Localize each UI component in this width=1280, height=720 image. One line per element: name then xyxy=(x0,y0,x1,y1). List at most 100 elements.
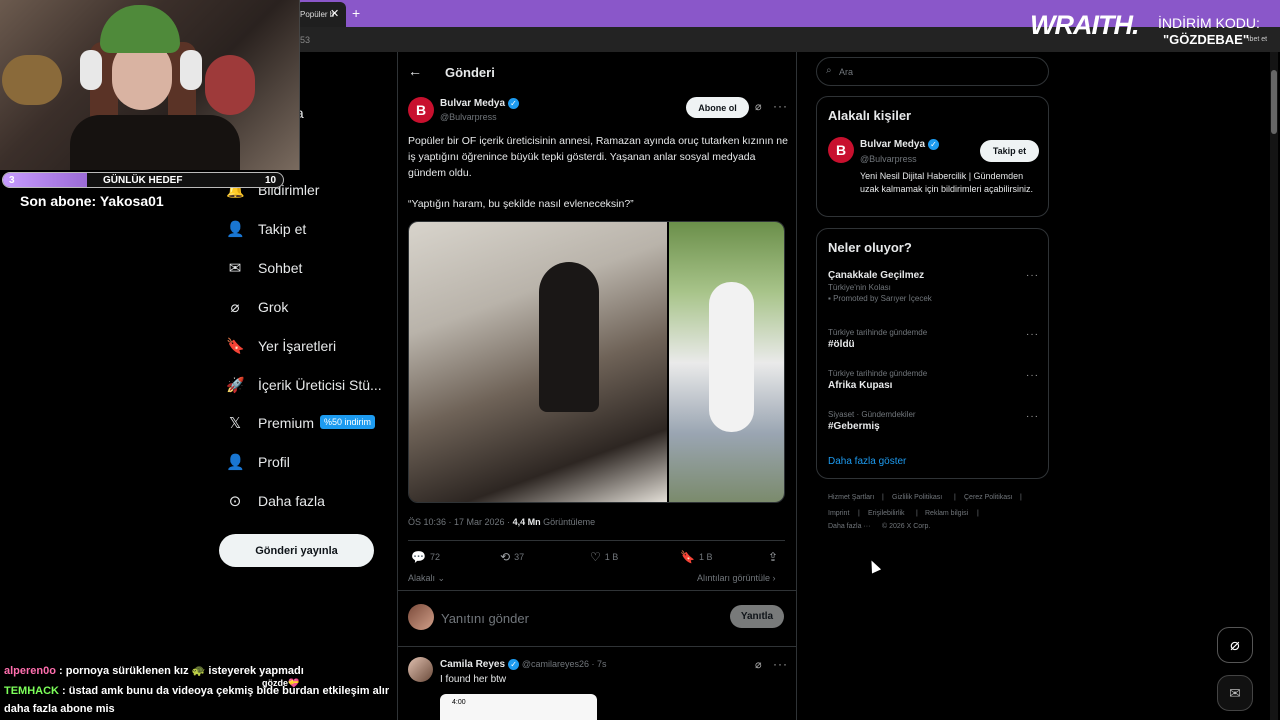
profile-icon: 👤 xyxy=(226,454,245,471)
plush-toy-right xyxy=(205,55,255,115)
comment-image[interactable]: 4:00 xyxy=(440,694,597,720)
footer-divider: | xyxy=(916,510,918,517)
footer-link[interactable]: Çerez Politikası xyxy=(964,494,1013,501)
more-circle-icon: ⊙ xyxy=(228,493,242,510)
show-more-link[interactable]: Daha fazla göster xyxy=(828,456,906,467)
nav-item-follow[interactable]: 👤 Takip et xyxy=(226,217,306,241)
nav-item-grok[interactable]: ⌀ Grok xyxy=(226,295,288,319)
share-action[interactable]: ⇪ xyxy=(768,550,778,564)
related-person-avatar[interactable]: B xyxy=(828,137,854,163)
bookmark-icon: 🔖 xyxy=(680,550,695,564)
chat-message: TEMHACK : üstad amk bunu da videoya çekm… xyxy=(4,685,390,697)
footer-link[interactable]: Daha fazla ··· xyxy=(828,523,870,530)
page-title: Gönderi xyxy=(445,65,495,80)
follow-button[interactable]: Takip et xyxy=(980,140,1039,162)
mouse-cursor xyxy=(866,558,882,574)
trend-item[interactable]: Çanakkale Geçilmez Türkiye'nin Kolası ▪ … xyxy=(828,270,932,303)
footer-link[interactable]: Erişilebilirlik xyxy=(868,510,905,517)
grok-icon[interactable]: ⌀ xyxy=(755,100,762,113)
view-quotes-link[interactable]: Alıntıları görüntüle › xyxy=(697,573,776,583)
figure-dark-outfit xyxy=(539,262,599,412)
post-text: Popüler bir OF içerik üreticisinin annes… xyxy=(408,135,788,179)
grok-icon[interactable]: ⌀ xyxy=(755,658,762,671)
media-image-1[interactable] xyxy=(409,222,667,502)
trend-item[interactable]: Türkiye tarihinde gündemde #öldü xyxy=(828,328,927,350)
streamer-body xyxy=(70,115,240,170)
subscribe-button[interactable]: Abone ol xyxy=(686,97,749,118)
nav-label: Yer İşaretleri xyxy=(258,338,337,354)
nav-item-profile[interactable]: 👤 Profil xyxy=(226,450,290,474)
comment-avatar[interactable] xyxy=(408,657,433,682)
comment-handle: @camilareyes26 · 7s xyxy=(521,659,607,670)
column-divider-right xyxy=(796,52,797,720)
scrollbar[interactable] xyxy=(1270,52,1278,720)
frog-hat xyxy=(100,5,180,53)
nav-item-bookmarks[interactable]: 🔖 Yer İşaretleri xyxy=(226,334,336,358)
footer-link[interactable]: Imprint xyxy=(828,510,849,517)
divider xyxy=(398,646,796,647)
last-subscriber: Son abone: Yakosa01 xyxy=(20,193,164,209)
nav-label: İçerik Üreticisi Stü... xyxy=(258,377,382,393)
current-user-avatar xyxy=(408,604,434,630)
footer-divider: | xyxy=(977,510,979,517)
nav-item-creator-studio[interactable]: 🚀 İçerik Üreticisi Stü... xyxy=(226,373,382,397)
bookmark-action[interactable]: 🔖 1 B xyxy=(680,550,712,564)
footer-link[interactable]: Gizlilik Politikası xyxy=(892,494,942,501)
related-dropdown[interactable]: Alakalı ⌄ xyxy=(408,573,445,584)
plush-toy-left xyxy=(2,55,62,105)
chat-username: TEMHACK xyxy=(4,685,59,697)
premium-discount-badge: %50 indirim xyxy=(320,415,376,429)
footer-divider: | xyxy=(882,494,884,501)
author-avatar[interactable]: B xyxy=(408,97,434,123)
related-person-bio: Yeni Nesil Dijital Habercilik | Gündemde… xyxy=(860,171,1034,194)
footer-divider: | xyxy=(954,494,956,501)
related-person-handle[interactable]: @Bulvarpress xyxy=(860,154,917,164)
repost-action[interactable]: ⟲ 37 xyxy=(500,550,524,564)
back-arrow-icon[interactable]: ← xyxy=(408,63,422,79)
messages-floating-button[interactable]: ✉ xyxy=(1217,675,1253,711)
rocket-icon: 🚀 xyxy=(226,377,245,394)
nav-item-chat[interactable]: ✉ Sohbet xyxy=(226,256,303,280)
more-options-icon[interactable]: ··· xyxy=(1026,411,1039,422)
goal-progress-fill xyxy=(3,173,87,187)
close-tab-icon[interactable]: ✕ xyxy=(330,7,339,20)
post-button[interactable]: Gönderi yayınla xyxy=(219,534,374,567)
headphone-left xyxy=(80,50,102,90)
more-options-icon[interactable]: ··· xyxy=(773,99,788,113)
grok-icon: ⌀ xyxy=(230,299,240,316)
grok-floating-button[interactable]: ⌀ xyxy=(1217,627,1253,663)
reply-action[interactable]: 💬 72 xyxy=(411,550,440,564)
author-handle[interactable]: @Bulvarpress xyxy=(440,112,497,122)
column-divider-left xyxy=(397,52,398,720)
headphone-right xyxy=(180,50,202,90)
nav-item-premium[interactable]: 𝕏 Premium xyxy=(226,411,314,435)
divider xyxy=(398,590,796,591)
more-options-icon[interactable]: ··· xyxy=(773,657,788,671)
like-action[interactable]: ♡ 1 B xyxy=(590,550,618,564)
comment-author[interactable]: Camila Reyes ✓ @camilareyes26 · 7s xyxy=(440,659,607,670)
search-input[interactable]: Ara xyxy=(816,57,1049,86)
sponsor-logo: WRAITH. xyxy=(1030,10,1139,40)
more-options-icon[interactable]: ··· xyxy=(1026,370,1039,381)
scrollbar-thumb[interactable] xyxy=(1271,70,1277,134)
new-tab-button[interactable]: + xyxy=(352,5,360,21)
related-person-name[interactable]: Bulvar Medya ✓ xyxy=(860,139,940,150)
trend-item[interactable]: Siyaset · Gündemdekiler #Gebermiş xyxy=(828,410,916,432)
footer-link[interactable]: Reklam bilgisi xyxy=(925,510,968,517)
reply-icon: 💬 xyxy=(411,550,426,564)
nav-label: Premium xyxy=(258,415,315,431)
more-options-icon[interactable]: ··· xyxy=(1026,270,1039,281)
footer-link[interactable]: Hizmet Şartları xyxy=(828,494,874,501)
reply-input[interactable]: Yanıtını gönder xyxy=(441,611,529,626)
nav-label: Sohbet xyxy=(258,260,303,276)
repost-icon: ⟲ xyxy=(500,550,511,564)
chat-username: alperen0o xyxy=(4,665,56,677)
heart-icon: ♡ xyxy=(590,550,601,564)
author-name[interactable]: Bulvar Medya ✓ xyxy=(440,98,520,109)
reply-button[interactable]: Yanıtla xyxy=(730,605,784,628)
more-options-icon[interactable]: ··· xyxy=(1026,329,1039,340)
trend-item[interactable]: Türkiye tarihinde gündemde Afrika Kupası xyxy=(828,369,927,391)
post-media[interactable] xyxy=(408,221,785,503)
nav-item-more[interactable]: ⊙ Daha fazla xyxy=(226,489,325,513)
person-add-icon: 👤 xyxy=(226,221,245,238)
